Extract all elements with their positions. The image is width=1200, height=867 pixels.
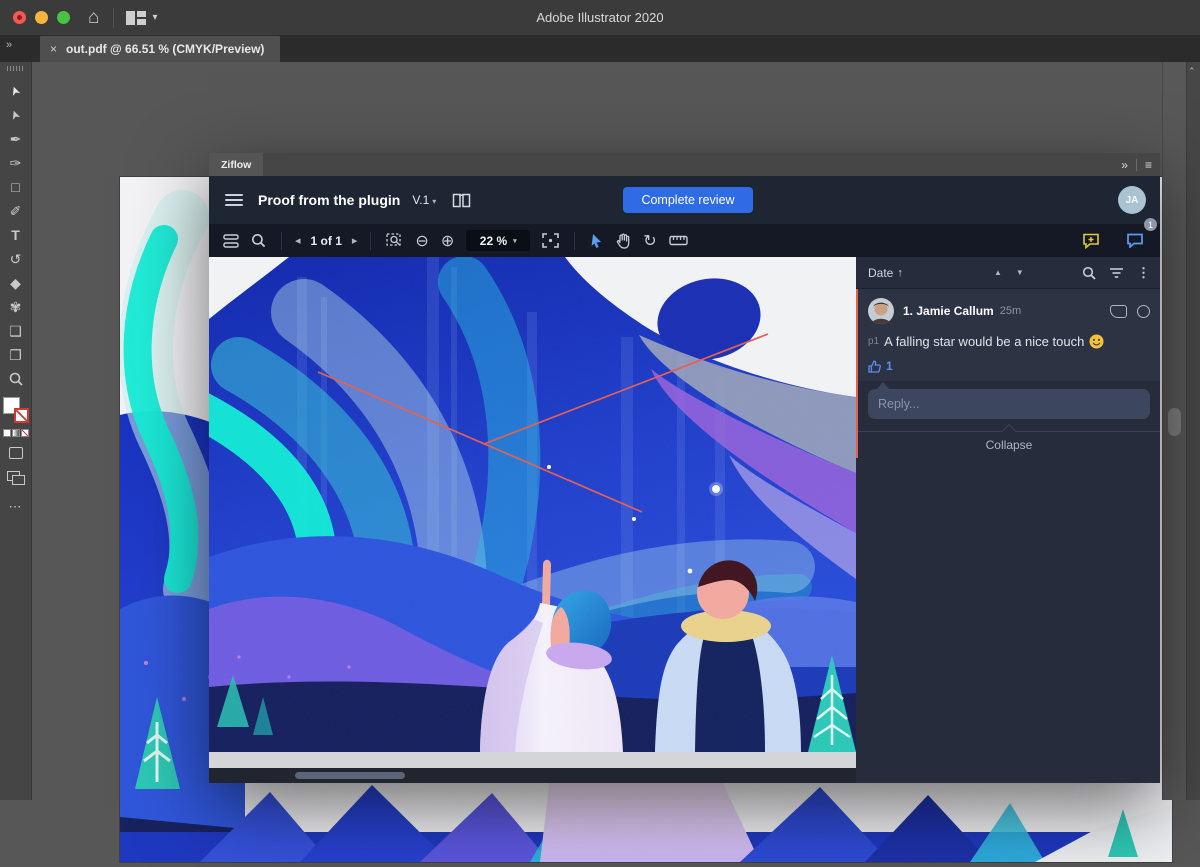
close-tab-icon[interactable]: × <box>50 42 57 56</box>
color-button[interactable] <box>3 429 11 437</box>
page-reference: p1 <box>868 336 879 347</box>
pages-panel-icon[interactable] <box>217 224 245 257</box>
zoom-out-icon[interactable]: ⊖ <box>409 224 434 257</box>
compare-versions-icon[interactable] <box>452 193 471 208</box>
rectangle-tool[interactable]: □ <box>4 175 28 199</box>
commenter-avatar <box>868 298 894 324</box>
comments-header: Date ↑ ▲ ▼ ⋮ <box>856 257 1160 289</box>
rotate-view-icon[interactable]: ↻ <box>637 224 662 257</box>
comment-count-badge: 1 <box>1144 218 1157 231</box>
ziflow-tabstrip: Ziflow » ≡ <box>209 153 1160 176</box>
scrollbar-thumb[interactable] <box>1168 408 1181 436</box>
measure-tool-icon[interactable] <box>663 224 694 257</box>
stroke-swatch[interactable] <box>14 408 29 423</box>
sort-label[interactable]: Date <box>868 266 893 280</box>
ziflow-tab[interactable]: Ziflow <box>209 153 263 176</box>
more-tools-button[interactable]: ⋯ <box>9 499 23 515</box>
comments-toggle-icon[interactable]: 1 <box>1120 224 1150 257</box>
proof-canvas[interactable] <box>209 257 856 783</box>
zoom-tool[interactable] <box>4 367 28 391</box>
sort-direction-icon[interactable]: ↑ <box>897 267 903 279</box>
search-comments-icon[interactable] <box>1082 266 1096 280</box>
fit-to-screen-icon[interactable] <box>536 224 565 257</box>
document-tab[interactable]: × out.pdf @ 66.51 % (CMYK/Preview) <box>40 36 280 62</box>
vertical-scrollbar[interactable] <box>1162 62 1186 800</box>
proof-page-margin <box>209 752 856 768</box>
more-options-icon[interactable]: ⋮ <box>1137 265 1150 281</box>
chevron-down-icon: ▾ <box>432 197 436 206</box>
artboard-tool[interactable]: ❐ <box>4 343 28 367</box>
blend-tool[interactable]: ✾ <box>4 295 28 319</box>
collapse-all-icon[interactable]: ▲ <box>994 268 1002 277</box>
curvature-tool[interactable]: ✑ <box>4 151 28 175</box>
paintbrush-tool[interactable]: ✐ <box>4 199 28 223</box>
filter-icon[interactable] <box>1109 267 1124 279</box>
comment-time: 25m <box>1000 305 1021 317</box>
document-tab-label: out.pdf @ 66.51 % (CMYK/Preview) <box>66 42 264 56</box>
ziflow-window: Ziflow » ≡ Proof from the plugin V.1▾ Co… <box>209 153 1160 783</box>
panel-menu-icon[interactable]: ≡ <box>1145 158 1152 172</box>
screen-mode-button[interactable] <box>7 471 25 485</box>
expand-panel-icon[interactable]: » <box>1121 158 1128 172</box>
draw-mode-button[interactable] <box>9 447 23 459</box>
search-icon[interactable] <box>245 224 272 257</box>
smiley-emoji <box>1089 334 1104 349</box>
page-indicator: 1 of 1 <box>305 234 348 248</box>
pointer-tool-icon[interactable] <box>584 224 610 257</box>
comment-type-icon[interactable] <box>1110 305 1127 318</box>
gradient-button[interactable] <box>12 429 20 437</box>
none-button[interactable] <box>21 429 29 437</box>
fill-stroke-swatches[interactable] <box>3 397 29 423</box>
direct-selection-tool[interactable]: ➤ <box>4 103 28 127</box>
divider <box>1136 159 1137 171</box>
comment-card[interactable]: 1. Jamie Callum 25m p1 A falling star wo… <box>858 289 1160 381</box>
expand-all-icon[interactable]: ▼ <box>1016 268 1024 277</box>
rotate-tool[interactable]: ↺ <box>4 247 28 271</box>
collapse-button[interactable]: Collapse <box>858 431 1160 458</box>
complete-review-button[interactable]: Complete review <box>623 187 753 213</box>
collapse-dock-icon[interactable]: ⌃ <box>1188 66 1196 77</box>
like-button[interactable]: 1 <box>868 359 1150 373</box>
user-avatar[interactable]: JA <box>1118 186 1146 214</box>
panel-dock[interactable] <box>1186 62 1200 800</box>
toolbar-grip[interactable] <box>7 66 25 71</box>
reply-input[interactable] <box>868 389 1150 419</box>
commenter-name: 1. Jamie Callum <box>903 304 994 318</box>
document-tabbar: » × out.pdf @ 66.51 % (CMYK/Preview) <box>0 36 1200 62</box>
comment-text: A falling star would be a nice touch <box>884 334 1084 349</box>
zoom-level-dropdown[interactable]: 22 %▾ <box>466 230 530 251</box>
version-dropdown[interactable]: V.1▾ <box>412 193 436 207</box>
pen-tool[interactable]: ✒ <box>4 127 28 151</box>
next-page-icon[interactable]: ▸ <box>348 234 362 247</box>
panel-expander-icon[interactable]: » <box>6 39 13 51</box>
prev-page-icon[interactable]: ◂ <box>291 234 305 247</box>
comment-status-icon[interactable] <box>1137 305 1150 318</box>
type-tool[interactable]: T <box>4 223 28 247</box>
menubar: ⌂ ▾ Adobe Illustrator 2020 <box>0 0 1200 36</box>
horizontal-scrollbar[interactable] <box>209 768 856 783</box>
zoom-in-icon[interactable]: ⊕ <box>435 224 460 257</box>
app-title: Adobe Illustrator 2020 <box>0 10 1200 25</box>
comments-panel: Date ↑ ▲ ▼ ⋮ 1. Jamie Callum 25m <box>856 257 1160 783</box>
ziflow-header: Proof from the plugin V.1▾ Complete revi… <box>209 176 1160 224</box>
hand-tool-icon[interactable] <box>610 224 637 257</box>
selection-tool[interactable]: ➤ <box>4 79 28 103</box>
marquee-zoom-icon[interactable] <box>380 224 409 257</box>
thumbs-up-icon <box>868 360 881 373</box>
shape-builder-tool[interactable]: ❑ <box>4 319 28 343</box>
proof-image <box>209 257 856 752</box>
menu-icon[interactable] <box>225 194 243 206</box>
comment-thread: 1. Jamie Callum 25m p1 A falling star wo… <box>856 289 1160 458</box>
like-count: 1 <box>886 359 893 373</box>
eraser-tool[interactable]: ◆ <box>4 271 28 295</box>
color-type-bar[interactable] <box>3 429 29 437</box>
chevron-down-icon: ▾ <box>513 237 517 245</box>
annotation-note-icon[interactable] <box>1076 224 1106 257</box>
scrollbar-thumb[interactable] <box>295 772 405 779</box>
toolbar: ➤ ➤ ✒ ✑ □ ✐ T ↺ ◆ ✾ ❑ ❐ ⋯ <box>0 62 32 800</box>
proof-title: Proof from the plugin <box>258 192 400 208</box>
proof-toolbar: ◂ 1 of 1 ▸ ⊖ ⊕ 22 %▾ ↻ <box>209 224 1160 257</box>
magnifier-icon <box>8 371 24 387</box>
